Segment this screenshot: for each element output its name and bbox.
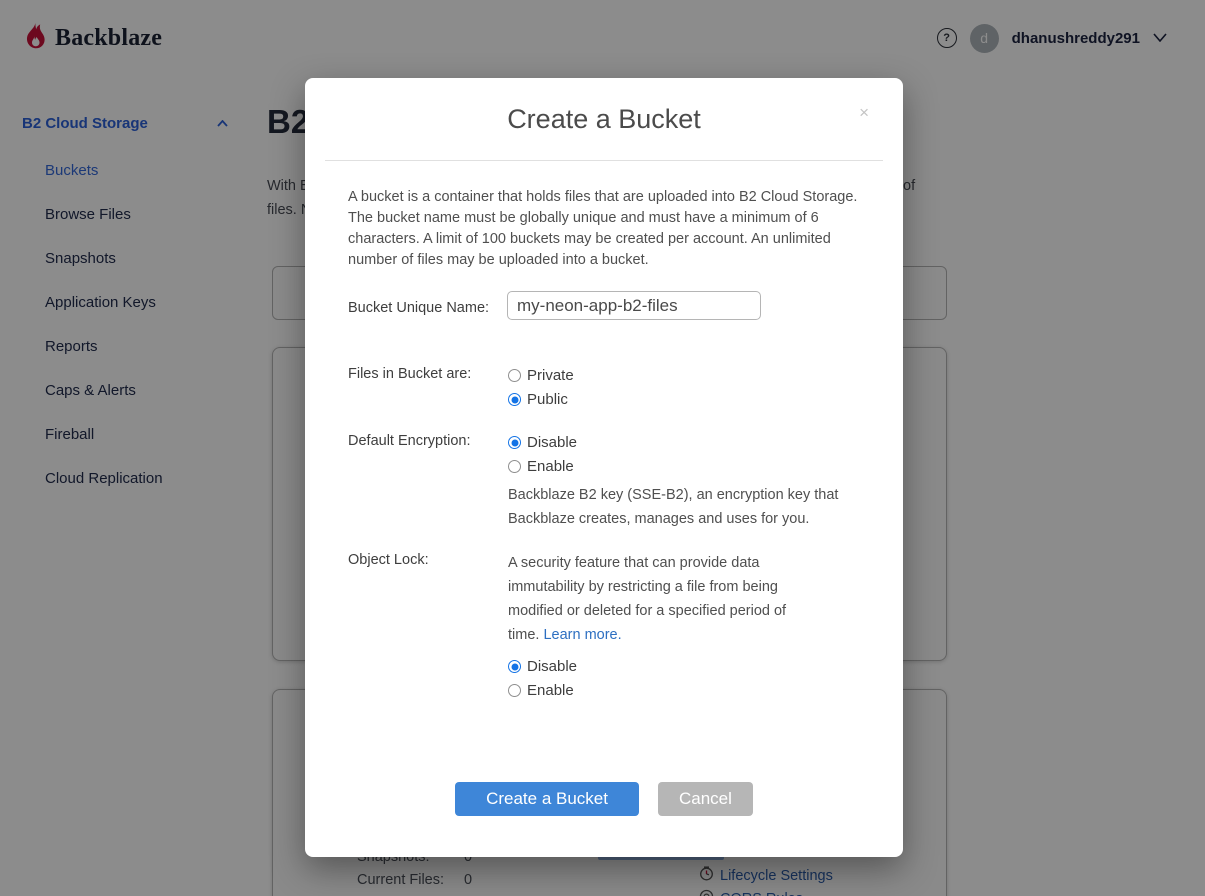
encryption-note: Backblaze B2 key (SSE-B2), an encryption… — [508, 483, 853, 531]
bucket-name-label: Bucket Unique Name: — [348, 300, 489, 316]
radio-button-icon[interactable] — [508, 460, 521, 473]
files-visibility-label: Files in Bucket are: — [348, 366, 471, 382]
radio-private[interactable]: Private — [508, 366, 574, 385]
radio-label: Public — [527, 391, 568, 408]
radio-encryption-disable[interactable]: Disable — [508, 433, 577, 452]
close-icon[interactable]: × — [859, 106, 869, 120]
modal-intro-text: A bucket is a container that holds files… — [348, 187, 863, 271]
radio-public[interactable]: Public — [508, 390, 574, 409]
radio-button-icon[interactable] — [508, 660, 521, 673]
default-encryption-label: Default Encryption: — [348, 433, 471, 449]
radio-button-icon[interactable] — [508, 393, 521, 406]
radio-label: Private — [527, 367, 574, 384]
radio-button-icon[interactable] — [508, 684, 521, 697]
modal-divider — [325, 160, 883, 161]
radio-object-lock-disable[interactable]: Disable — [508, 657, 577, 676]
backblaze-console: Backblaze ? d dhanushreddy291 B2 Cloud S… — [0, 0, 1205, 896]
radio-label: Enable — [527, 458, 574, 475]
object-lock-label: Object Lock: — [348, 552, 429, 568]
modal-title: Create a Bucket — [305, 104, 903, 135]
cancel-button[interactable]: Cancel — [658, 782, 753, 816]
radio-encryption-enable[interactable]: Enable — [508, 457, 577, 476]
radio-label: Disable — [527, 658, 577, 675]
default-encryption-radio-group: Disable Enable — [508, 433, 577, 476]
bucket-name-input[interactable] — [507, 291, 761, 320]
modal-actions: Create a Bucket Cancel — [305, 782, 903, 816]
object-lock-description: A security feature that can provide data… — [508, 551, 796, 647]
files-visibility-radio-group: Private Public — [508, 366, 574, 409]
radio-label: Enable — [527, 682, 574, 699]
radio-object-lock-enable[interactable]: Enable — [508, 681, 577, 700]
radio-label: Disable — [527, 434, 577, 451]
create-bucket-button[interactable]: Create a Bucket — [455, 782, 639, 816]
radio-button-icon[interactable] — [508, 436, 521, 449]
object-lock-radio-group: Disable Enable — [508, 657, 577, 700]
create-bucket-modal: Create a Bucket × A bucket is a containe… — [305, 78, 903, 857]
radio-button-icon[interactable] — [508, 369, 521, 382]
learn-more-link[interactable]: Learn more. — [543, 627, 621, 643]
